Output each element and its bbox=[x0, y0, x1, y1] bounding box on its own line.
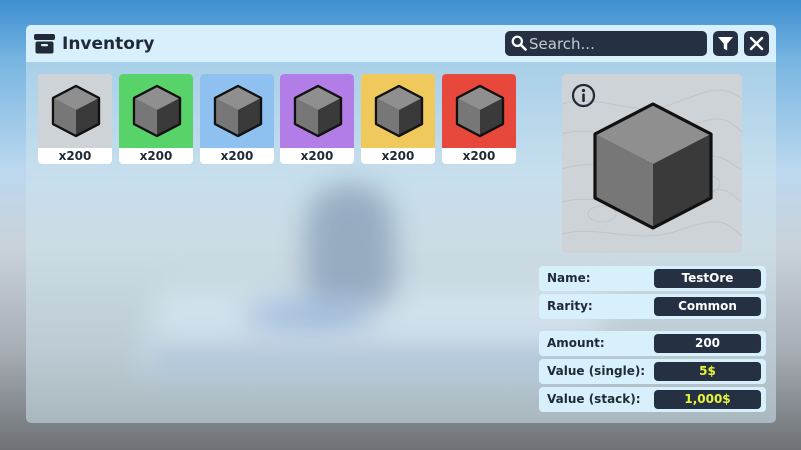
inventory-window: Inventory Search... x200 x200 x200 x200 … bbox=[26, 25, 776, 423]
name-label: Name: bbox=[547, 271, 591, 285]
value-stack-row: Value (stack): 1,000$ bbox=[539, 387, 766, 412]
cube-icon bbox=[593, 102, 713, 230]
search-input[interactable] bbox=[529, 34, 699, 53]
item-preview bbox=[562, 74, 742, 253]
slot-art bbox=[280, 74, 354, 148]
item-count: x200 bbox=[381, 149, 415, 163]
value-stack-label: Value (stack): bbox=[547, 392, 641, 406]
cube-icon bbox=[455, 84, 505, 138]
item-count: x200 bbox=[462, 149, 496, 163]
name-value: TestOre bbox=[654, 269, 761, 288]
value-stack-value: 1,000$ bbox=[654, 390, 761, 409]
close-button[interactable] bbox=[744, 31, 769, 56]
search-icon bbox=[511, 35, 527, 51]
value-single-row: Value (single): 5$ bbox=[539, 359, 766, 384]
filter-icon bbox=[718, 37, 733, 51]
cube-icon bbox=[374, 84, 424, 138]
cube-icon bbox=[132, 84, 182, 138]
cube-icon bbox=[51, 84, 101, 138]
filter-button[interactable] bbox=[713, 31, 738, 56]
inventory-slot[interactable]: x200 bbox=[200, 74, 274, 164]
slot-art bbox=[361, 74, 435, 148]
archive-box-icon bbox=[34, 33, 55, 54]
amount-value: 200 bbox=[654, 334, 761, 353]
slot-art bbox=[119, 74, 193, 148]
cube-icon bbox=[293, 84, 343, 138]
inventory-slot[interactable]: x200 bbox=[38, 74, 112, 164]
rarity-label: Rarity: bbox=[547, 299, 593, 313]
item-count: x200 bbox=[139, 149, 173, 163]
rarity-value: Common bbox=[654, 297, 761, 316]
inventory-slot[interactable]: x200 bbox=[361, 74, 435, 164]
rarity-row: Rarity: Common bbox=[539, 294, 766, 319]
item-count: x200 bbox=[300, 149, 334, 163]
inventory-titlebar: Inventory bbox=[26, 25, 776, 62]
item-count: x200 bbox=[58, 149, 92, 163]
value-single-label: Value (single): bbox=[547, 364, 646, 378]
amount-label: Amount: bbox=[547, 336, 605, 350]
inventory-slot[interactable]: x200 bbox=[442, 74, 516, 164]
close-icon bbox=[749, 36, 764, 51]
slot-art bbox=[442, 74, 516, 148]
name-row: Name: TestOre bbox=[539, 266, 766, 291]
item-count: x200 bbox=[220, 149, 254, 163]
amount-row: Amount: 200 bbox=[539, 331, 766, 356]
inventory-slot[interactable]: x200 bbox=[280, 74, 354, 164]
window-title: Inventory bbox=[62, 34, 155, 54]
slot-art bbox=[38, 74, 112, 148]
cube-icon bbox=[213, 84, 263, 138]
search-box[interactable] bbox=[505, 31, 707, 56]
slot-art bbox=[200, 74, 274, 148]
inventory-slot[interactable]: x200 bbox=[119, 74, 193, 164]
value-single-value: 5$ bbox=[654, 362, 761, 381]
